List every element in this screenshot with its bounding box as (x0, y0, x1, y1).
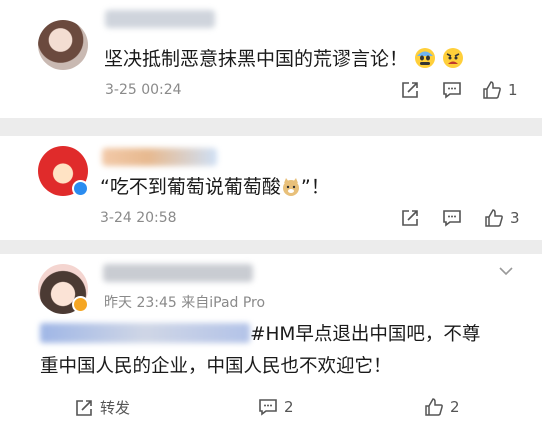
comment-count: 2 (284, 398, 294, 416)
comment-text: #HM早点退出中国吧，不尊 (40, 320, 480, 350)
divider (0, 240, 542, 254)
comment-button[interactable]: 2 (258, 397, 294, 417)
like-button[interactable]: 1 (482, 80, 518, 100)
comment-card: 坚决抵制恶意抹黑中国的荒谬言论！ 3-25 00:24 1 (0, 0, 542, 118)
comment-icon (443, 82, 461, 99)
comment-icon (443, 210, 461, 227)
like-button[interactable]: 3 (484, 208, 520, 228)
comment-text: “吃不到葡萄说葡萄酸”！ (100, 172, 330, 206)
thumbs-up-icon (425, 398, 443, 416)
comment-meta: 昨天 23:45 来自iPad Pro (104, 295, 266, 311)
like-count: 3 (510, 209, 520, 227)
like-count: 1 (508, 81, 518, 99)
comment-button[interactable] (442, 80, 462, 100)
share-button[interactable] (400, 80, 420, 100)
divider (0, 118, 542, 136)
verified-badge (72, 180, 89, 197)
share-icon (76, 399, 92, 416)
like-count: 2 (450, 398, 460, 416)
comment-time: 3-24 20:58 (100, 210, 177, 226)
verified-badge (72, 296, 89, 313)
repost-label: 转发 (100, 399, 131, 417)
share-button[interactable] (400, 208, 420, 228)
username-blurred[interactable] (103, 264, 253, 282)
comment-time: 3-25 00:24 (105, 82, 182, 98)
comment-text-line2: 重中国人民的企业，中国人民也不欢迎它！ (40, 356, 392, 377)
comment-icon (259, 399, 277, 416)
username-blurred[interactable] (105, 10, 215, 28)
comment-button[interactable] (442, 208, 462, 228)
share-icon (402, 210, 418, 226)
chevron-down-icon[interactable] (498, 262, 514, 281)
blurred-hashtag (40, 323, 250, 343)
repost-button[interactable]: 转发 (74, 397, 130, 418)
comment-card: 昨天 23:45 来自iPad Pro #HM早点退出中国吧，不尊 重中国人民的… (0, 254, 542, 447)
comment-text: 坚决抵制恶意抹黑中国的荒谬言论！ (104, 44, 464, 78)
like-button[interactable]: 2 (424, 397, 460, 417)
fearful-face-emoji (414, 47, 436, 78)
thumbs-up-icon (483, 81, 501, 99)
thumbs-up-icon (485, 209, 503, 227)
comment-card: “吃不到葡萄说葡萄酸”！ 3-24 20:58 3 (0, 136, 542, 240)
username-blurred[interactable] (102, 148, 217, 166)
angry-face-emoji (442, 47, 464, 78)
avatar[interactable] (38, 20, 88, 70)
doge-emoji (281, 176, 301, 206)
share-icon (402, 82, 418, 98)
